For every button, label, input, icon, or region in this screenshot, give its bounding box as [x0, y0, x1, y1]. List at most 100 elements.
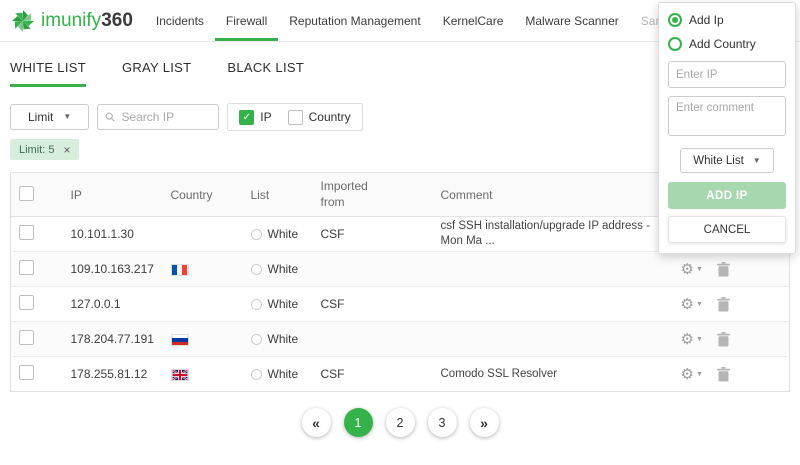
- ip-cell: 10.101.1.30: [63, 217, 163, 252]
- previous-page-button[interactable]: «: [302, 408, 331, 437]
- col-header-country: Country: [163, 173, 243, 217]
- list-select-label: White List: [693, 155, 744, 167]
- add-ip-button[interactable]: ADD IP: [668, 182, 786, 209]
- chip-label: Limit: 5: [19, 144, 54, 156]
- brand-name: imunify360: [41, 11, 133, 30]
- country-filter-checkbox[interactable]: [288, 110, 303, 125]
- add-country-option[interactable]: Add Country: [668, 37, 786, 51]
- list-cell: White: [243, 252, 313, 287]
- page-button-1[interactable]: 1: [344, 408, 373, 437]
- limit-filter-chip: Limit: 5 ×: [10, 139, 79, 160]
- close-icon[interactable]: ×: [63, 144, 70, 156]
- chevron-down-icon: ▼: [63, 113, 71, 121]
- add-ip-radio-label: Add Ip: [689, 13, 724, 27]
- trash-icon[interactable]: [717, 297, 730, 312]
- trash-icon[interactable]: [717, 332, 730, 347]
- nav-item-firewall[interactable]: Firewall: [215, 0, 278, 41]
- search-filter-group: ✓ IP Country: [227, 103, 362, 131]
- list-cell: White: [243, 322, 313, 357]
- country-cell: [163, 357, 243, 392]
- ip-filter-checkbox[interactable]: ✓: [239, 110, 254, 125]
- list-cell: White: [243, 357, 313, 392]
- add-ip-radio[interactable]: [668, 13, 682, 27]
- page-button-3[interactable]: 3: [428, 408, 457, 437]
- country-filter-label: Country: [309, 110, 351, 124]
- col-header-list: List: [243, 173, 313, 217]
- page-button-2[interactable]: 2: [386, 408, 415, 437]
- row-checkbox[interactable]: [19, 260, 34, 275]
- imported-from-cell: [313, 322, 433, 357]
- gear-icon[interactable]: ⚙▼: [681, 297, 703, 312]
- enter-ip-input[interactable]: [668, 61, 786, 88]
- list-cell: White: [243, 287, 313, 322]
- gear-icon[interactable]: ⚙▼: [681, 262, 703, 277]
- list-radio-icon: [251, 334, 262, 345]
- gear-icon[interactable]: ⚙▼: [681, 367, 703, 382]
- add-ip-panel: Add Ip Add Country White List ▼ ADD IP C…: [658, 2, 796, 254]
- gear-icon[interactable]: ⚙▼: [681, 332, 703, 347]
- country-cell: [163, 287, 243, 322]
- flag-france-icon: [171, 264, 189, 276]
- col-header-imported-from: Imported from: [313, 173, 433, 217]
- imported-from-cell: CSF: [313, 287, 433, 322]
- chevron-down-icon: ▼: [753, 157, 761, 165]
- row-checkbox[interactable]: [19, 225, 34, 240]
- ip-cell: 109.10.163.217: [63, 252, 163, 287]
- table-row: 127.0.0.1WhiteCSF⚙▼: [11, 287, 790, 322]
- table-row: 109.10.163.217 White ⚙▼: [11, 252, 790, 287]
- list-radio-icon: [251, 264, 262, 275]
- row-checkbox[interactable]: [19, 295, 34, 310]
- nav-item-reputation-management[interactable]: Reputation Management: [278, 0, 431, 41]
- trash-icon[interactable]: [717, 367, 730, 382]
- trash-icon[interactable]: [717, 262, 730, 277]
- list-radio-icon: [251, 299, 262, 310]
- country-cell: [163, 217, 243, 252]
- flag-uk-icon: [171, 369, 189, 381]
- search-box[interactable]: [97, 104, 219, 130]
- table-row: 178.255.81.12 WhiteCSFComodo SSL Resolver…: [11, 357, 790, 392]
- country-cell: [163, 322, 243, 357]
- nav-item-incidents[interactable]: Incidents: [145, 0, 215, 41]
- row-checkbox[interactable]: [19, 330, 34, 345]
- comment-cell: Comodo SSL Resolver: [433, 357, 673, 392]
- imported-from-cell: [313, 252, 433, 287]
- ip-filter[interactable]: ✓ IP: [239, 110, 271, 125]
- nav-item-kernelcare[interactable]: KernelCare: [432, 0, 515, 41]
- search-icon: [105, 111, 115, 123]
- tab-black-list[interactable]: BLACK LIST: [227, 60, 304, 87]
- limit-button-label: Limit: [28, 110, 53, 124]
- ip-cell: 178.255.81.12: [63, 357, 163, 392]
- add-country-radio-label: Add Country: [689, 37, 756, 51]
- pagination: « 123 »: [0, 408, 800, 437]
- search-input[interactable]: [121, 110, 211, 124]
- list-select-dropdown[interactable]: White List ▼: [680, 148, 773, 173]
- add-country-radio[interactable]: [668, 37, 682, 51]
- ip-filter-label: IP: [260, 110, 271, 124]
- flag-russia-icon: [171, 334, 189, 346]
- limit-dropdown-button[interactable]: Limit ▼: [10, 104, 89, 130]
- col-header-comment: Comment: [433, 173, 673, 217]
- nav-item-malware-scanner[interactable]: Malware Scanner: [514, 0, 629, 41]
- table-row: 178.204.77.191 White ⚙▼: [11, 322, 790, 357]
- cancel-button[interactable]: CANCEL: [668, 216, 786, 243]
- ip-cell: 178.204.77.191: [63, 322, 163, 357]
- list-radio-icon: [251, 229, 262, 240]
- imported-from-cell: CSF: [313, 357, 433, 392]
- comment-cell: [433, 322, 673, 357]
- enter-comment-textarea[interactable]: [668, 96, 786, 136]
- comment-cell: [433, 252, 673, 287]
- select-all-checkbox[interactable]: [19, 186, 34, 201]
- tab-gray-list[interactable]: GRAY LIST: [122, 60, 191, 87]
- country-filter[interactable]: Country: [288, 110, 351, 125]
- imported-from-cell: CSF: [313, 217, 433, 252]
- tab-white-list[interactable]: WHITE LIST: [10, 60, 86, 87]
- next-page-button[interactable]: »: [470, 408, 499, 437]
- imunify-logo-icon: [10, 8, 36, 34]
- imunify360-logo[interactable]: imunify360: [10, 8, 133, 34]
- comment-cell: [433, 287, 673, 322]
- row-checkbox[interactable]: [19, 365, 34, 380]
- list-cell: White: [243, 217, 313, 252]
- add-ip-option[interactable]: Add Ip: [668, 13, 786, 27]
- comment-cell: csf SSH installation/upgrade IP address …: [433, 217, 673, 252]
- col-header-ip: IP: [63, 173, 163, 217]
